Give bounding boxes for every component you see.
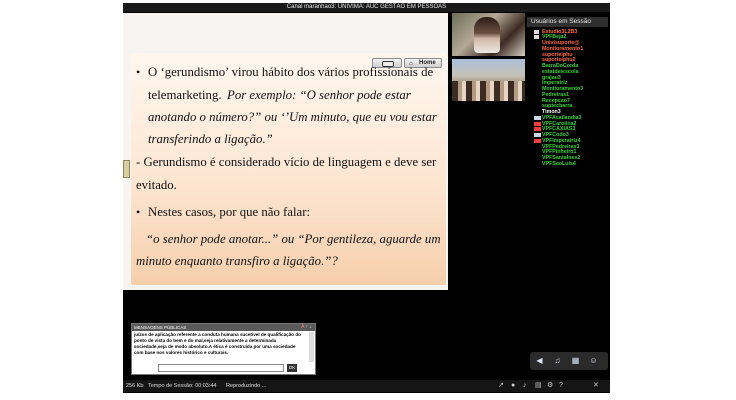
font-size-icon[interactable]: A	[301, 324, 304, 330]
users-panel-title: Usuários em Sessão	[527, 17, 608, 27]
fullscreen-icon[interactable]: ↗	[498, 382, 504, 390]
chat-title: MENSAGENS PÚBLICAS A ↑ ↓	[132, 324, 315, 331]
camera-icon	[534, 133, 541, 137]
user-item[interactable]: VPFSaoLuis4	[542, 161, 576, 167]
camera-off-icon	[534, 138, 541, 143]
slide-line: Nestes casos, por que não falar:	[148, 205, 311, 219]
slide-line: O ‘gerundismo’ virou hábito dos vários p…	[148, 65, 434, 79]
volume-icon[interactable]: ♪	[523, 382, 527, 390]
slide-line: minuto enquanto transfiro a ligação.”?	[136, 254, 338, 268]
slide-line: - Gerundismo é considerado vício de ling…	[136, 155, 437, 169]
camera-icon	[534, 115, 541, 120]
playback-status: Reproduzindo ...	[226, 383, 267, 389]
chat-send-button[interactable]: OK	[287, 364, 297, 372]
chat-scrollbar[interactable]	[309, 332, 314, 362]
window-title: Canal maranhao3: UNIVIMA: AUC GESTÃO EM …	[123, 3, 610, 12]
record-icon[interactable]: ●	[511, 382, 515, 390]
bullet: •	[136, 65, 141, 79]
scroll-up-icon[interactable]: ↑	[306, 324, 309, 330]
session-time: Tempo de Sessão: 00:03:44	[148, 383, 217, 389]
chat-message: juízos de aplicação referente a conduta …	[134, 332, 301, 355]
presenter-figure	[474, 17, 500, 53]
slide-line: transferindo a ligação.”	[148, 132, 273, 146]
settings-icon[interactable]: ⚙	[547, 382, 553, 390]
panel-resize-handle[interactable]	[123, 160, 130, 178]
chat-icon[interactable]: ▤	[535, 382, 542, 390]
layout-icon[interactable]: ▦	[571, 356, 580, 365]
users-icon[interactable]: ☺	[589, 356, 598, 365]
help-icon[interactable]: ?	[559, 382, 563, 390]
slide-line: Por exemplo: “O senhor pode estar	[227, 88, 411, 102]
bandwidth-indicator: 256 Kb	[126, 383, 144, 389]
microphone-icon[interactable]: ♫	[553, 356, 562, 365]
close-icon[interactable]: ✕	[593, 382, 599, 390]
status-bar: 256 Kb Tempo de Sessão: 00:03:44 Reprodu…	[123, 380, 610, 392]
chat-input[interactable]	[158, 364, 284, 372]
audience-video	[452, 59, 525, 101]
speaker-icon[interactable]: ◀	[535, 356, 544, 365]
slide-line: anotando o número?” ou ‘’Um minuto, que …	[148, 110, 437, 124]
mic-icon	[534, 29, 539, 34]
scroll-down-icon[interactable]: ↓	[310, 324, 313, 330]
audience-figures	[452, 81, 525, 101]
mic-icon	[534, 35, 539, 40]
slide-line: “o senhor pode anotar...” ou “Por gentil…	[146, 232, 441, 246]
chat-title-text: MENSAGENS PÚBLICAS	[134, 325, 187, 330]
camera-off-icon	[534, 121, 541, 126]
camera-off-icon	[534, 127, 541, 132]
bullet: •	[136, 205, 141, 219]
chat-header-tools: A ↑ ↓	[301, 324, 312, 331]
slide-line: telemarketing.	[148, 88, 222, 102]
slide-line: evitado.	[136, 178, 177, 192]
presenter-video	[452, 13, 525, 56]
